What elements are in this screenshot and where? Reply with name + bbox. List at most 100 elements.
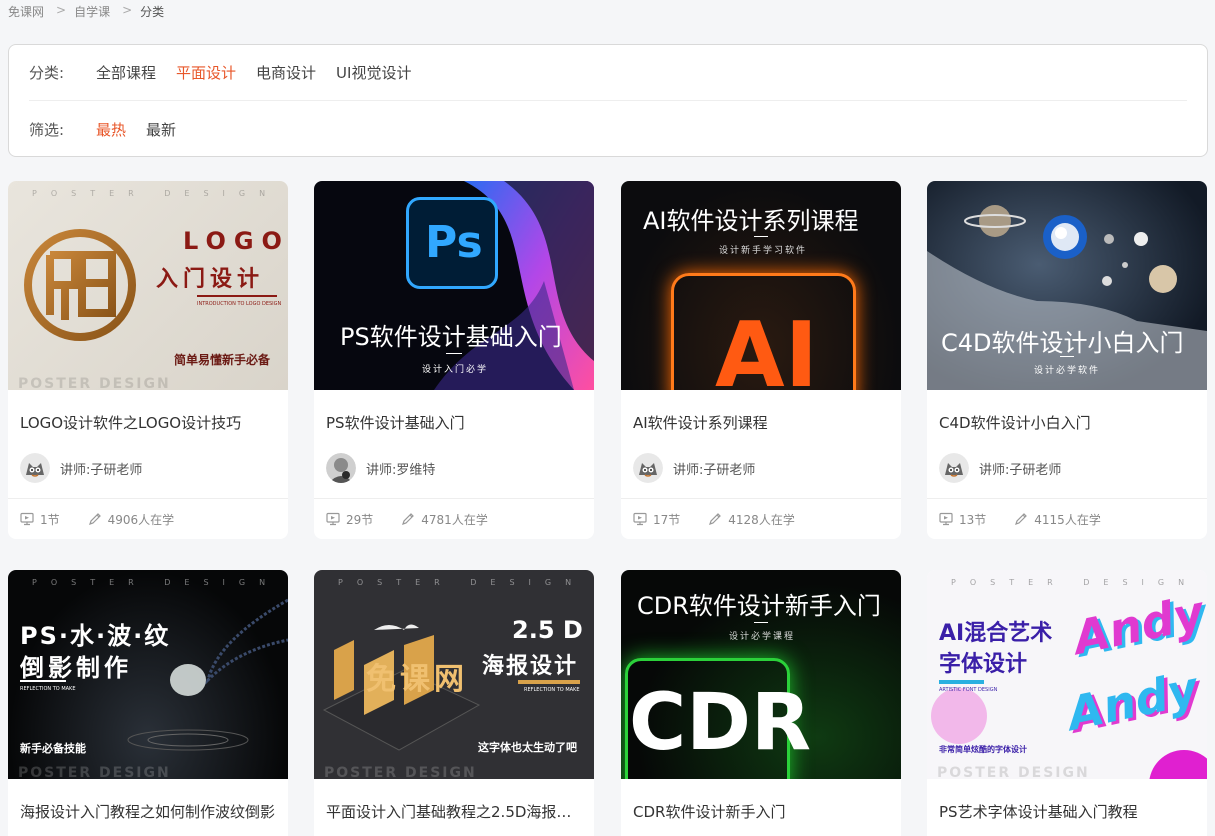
lesson-count: 17节	[633, 511, 680, 528]
lesson-count-value: 13节	[959, 512, 987, 527]
thumb-headline: 入门设计	[156, 267, 265, 292]
card-footer: 17节 4128人在学	[621, 498, 901, 539]
course-thumbnail[interactable]: AI软件设计系列课程 设计新手学习软件 AI	[621, 181, 901, 390]
category-filter-row: 分类: 全部课程 平面设计 电商设计 UI视觉设计	[29, 45, 1187, 101]
course-title[interactable]: CDR软件设计新手入门	[633, 801, 891, 822]
course-card[interactable]: POSTER DESIGN AI混合艺术 字体设计 ARTISTIC FONT …	[927, 570, 1207, 836]
poster-top-text: POSTER DESIGN	[951, 578, 1199, 587]
poster-top-text: POSTER DESIGN	[338, 578, 586, 587]
breadcrumb-separator: >	[56, 3, 67, 17]
lesson-count-value: 1节	[40, 512, 60, 527]
avatar	[326, 453, 356, 483]
teacher-info: 讲师:罗维特	[326, 453, 435, 483]
thumb-headline: 倒影制作	[20, 654, 132, 682]
thumb-divider	[754, 622, 768, 623]
teacher-name: 讲师:子研老师	[60, 462, 143, 478]
thumb-divider	[939, 680, 984, 684]
course-title[interactable]: 平面设计入门基础教程之2.5D海报设计	[326, 801, 584, 822]
course-title[interactable]: 海报设计入门教程之如何制作波纹倒影	[20, 801, 278, 822]
course-thumbnail[interactable]: POSTER DESIGN LOGO 入门设计 INTRODUCTION TO …	[8, 181, 288, 390]
thumb-divider	[518, 680, 580, 684]
filter-panel: 分类: 全部课程 平面设计 电商设计 UI视觉设计 筛选: 最热 最新	[8, 44, 1208, 157]
learner-count-value: 4906人在学	[107, 512, 175, 527]
breadcrumb-separator: >	[122, 3, 133, 17]
decorative-circle	[931, 688, 987, 744]
thumb-subtitle: 设计新手学习软件	[719, 246, 808, 256]
breadcrumb-home[interactable]: 免课网	[8, 3, 44, 20]
teacher-name: 讲师:子研老师	[979, 462, 1062, 478]
pencil-icon	[88, 513, 101, 525]
thumb-subtitle: 设计入门必学	[422, 365, 489, 375]
breadcrumb-self-study[interactable]: 自学课	[74, 3, 110, 20]
course-thumbnail[interactable]: POSTER DESIGN 免课网 2.5 D 海报设计 REFLECTION …	[314, 570, 594, 779]
planets-hand-art	[927, 205, 1207, 390]
thumb-headline: AI软件设计系列课程	[643, 207, 859, 235]
thumb-subtitle: 设计必学软件	[1034, 366, 1101, 376]
decorative-circle	[1149, 750, 1207, 779]
lesson-count-value: 29节	[346, 512, 374, 527]
category-all[interactable]: 全部课程	[96, 62, 156, 83]
course-card[interactable]: POSTER DESIGN 免课网 2.5 D 海报设计 REFLECTION …	[314, 570, 594, 836]
thumb-divider	[197, 295, 277, 297]
thumb-subtitle: REFLECTION TO MAKE	[524, 687, 580, 693]
coreldraw-logo-text: CDR	[629, 678, 812, 768]
teacher-name: 讲师:罗维特	[366, 462, 436, 478]
thumb-headline: C4D软件设计小白入门	[941, 329, 1184, 357]
poster-bottom-text: POSTER DESIGN	[18, 376, 171, 390]
photoshop-icon: Ps	[406, 197, 498, 289]
poster-bottom-text: POSTER DESIGN	[324, 765, 477, 779]
teacher-info: 讲师:子研老师	[20, 453, 142, 483]
course-card[interactable]: POSTER DESIGN LOGO 入门设计 INTRODUCTION TO …	[8, 181, 288, 539]
thumb-headline: AI混合艺术	[939, 621, 1053, 646]
category-ui-design[interactable]: UI视觉设计	[336, 62, 411, 83]
poster-bottom-text: POSTER DESIGN	[937, 765, 1090, 779]
illustrator-logo-text: AI	[715, 303, 819, 390]
monitor-icon	[20, 512, 34, 526]
thumb-tagline: 简单易懂新手必备	[174, 353, 271, 367]
monitor-icon	[939, 512, 953, 526]
course-card[interactable]: CDR软件设计新手入门 设计必学课程 CDR CDR软件设计新手入门	[621, 570, 901, 836]
thumb-divider	[1060, 356, 1074, 357]
thumb-subtitle: ARTISTIC FONT DESIGN	[939, 687, 998, 693]
poster-top-text: POSTER DESIGN	[32, 578, 280, 587]
thumb-art-text: Andy	[1062, 660, 1203, 742]
learner-count-value: 4128人在学	[728, 512, 795, 527]
thumb-headline: 海报设计	[482, 654, 579, 679]
course-thumbnail[interactable]: CDR软件设计新手入门 设计必学课程 CDR	[621, 570, 901, 779]
card-footer: 29节 4781人在学	[314, 498, 594, 539]
sort-newest[interactable]: 最新	[146, 119, 176, 140]
course-thumbnail[interactable]: POSTER DESIGN PS·水·波·纹 倒影制作 REFLECTION T…	[8, 570, 288, 779]
avatar	[939, 453, 969, 483]
learner-count-value: 4781人在学	[421, 512, 488, 527]
learner-count-value: 4115人在学	[1034, 512, 1101, 527]
avatar	[633, 453, 663, 483]
course-thumbnail[interactable]: C4D软件设计小白入门 设计必学软件	[927, 181, 1207, 390]
course-card[interactable]: C4D软件设计小白入门 设计必学软件 C4D软件设计小白入门 讲师:子研老师 1…	[927, 181, 1207, 539]
course-title[interactable]: AI软件设计系列课程	[633, 412, 891, 433]
course-thumbnail[interactable]: Ps PS软件设计基础入门 设计入门必学	[314, 181, 594, 390]
teacher-info: 讲师:子研老师	[633, 453, 755, 483]
thumb-headline: 2.5 D	[512, 616, 583, 644]
course-card[interactable]: POSTER DESIGN PS·水·波·纹 倒影制作 REFLECTION T…	[8, 570, 288, 836]
course-title[interactable]: PS软件设计基础入门	[326, 412, 584, 433]
category-label: 分类:	[29, 64, 65, 82]
category-graphic-design[interactable]: 平面设计	[176, 62, 236, 83]
course-card[interactable]: Ps PS软件设计基础入门 设计入门必学 PS软件设计基础入门 讲师:罗维特 2…	[314, 181, 594, 539]
learner-count: 4115人在学	[1014, 511, 1101, 528]
course-title[interactable]: LOGO设计软件之LOGO设计技巧	[20, 412, 278, 433]
course-thumbnail[interactable]: POSTER DESIGN AI混合艺术 字体设计 ARTISTIC FONT …	[927, 570, 1207, 779]
thumb-subtitle: INTRODUCTION TO LOGO DESIGN	[197, 301, 282, 307]
logo-seal-icon	[24, 229, 136, 341]
course-title[interactable]: C4D软件设计小白入门	[939, 412, 1197, 433]
monitor-icon	[633, 512, 647, 526]
category-ecommerce-design[interactable]: 电商设计	[256, 62, 316, 83]
jade-pendant-art	[127, 598, 288, 751]
course-card[interactable]: AI软件设计系列课程 设计新手学习软件 AI AI软件设计系列课程 讲师:子研老…	[621, 181, 901, 539]
card-footer: 1节 4906人在学	[8, 498, 288, 539]
thumb-headline: CDR软件设计新手入门	[637, 592, 881, 620]
thumb-tagline: 这字体也太生动了吧	[478, 741, 577, 754]
pencil-icon	[709, 513, 722, 525]
sort-hottest[interactable]: 最热	[96, 119, 126, 140]
course-title[interactable]: PS艺术字体设计基础入门教程	[939, 801, 1197, 822]
card-footer: 13节 4115人在学	[927, 498, 1207, 539]
